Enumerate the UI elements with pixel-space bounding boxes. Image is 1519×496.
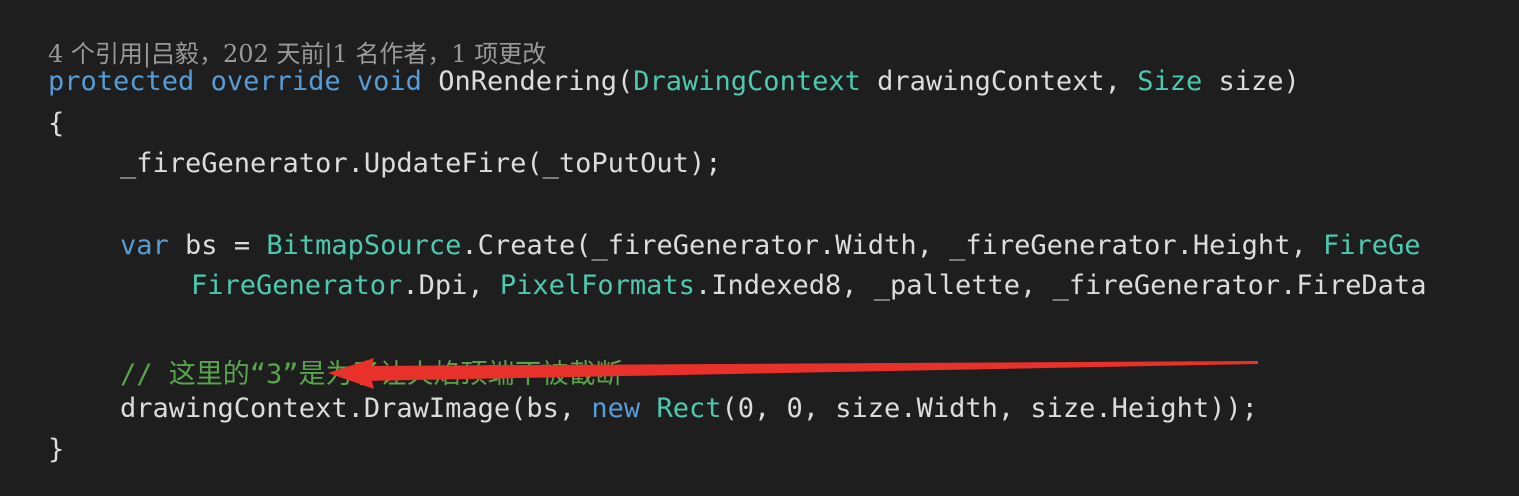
code-comment: // 这里的“3”是为了让火焰顶端不被截断 <box>120 359 623 390</box>
rect-args: (0, 0, size.Width, size.Height)); <box>721 393 1258 424</box>
keyword-var: var <box>120 230 169 261</box>
code-line-close-brace[interactable]: } <box>48 434 64 465</box>
code-line-method-signature[interactable]: protected override void OnRendering(Draw… <box>48 66 1300 97</box>
open-brace: { <box>48 108 65 139</box>
code-line-open-brace[interactable]: { <box>48 108 64 139</box>
code-line-draw-image[interactable]: drawingContext.DrawImage(bs, new Rect(0,… <box>120 393 1258 424</box>
keyword-protected: protected <box>48 66 195 97</box>
code-line-bitmap-create[interactable]: var bs = BitmapSource.Create(_fireGenera… <box>120 230 1421 261</box>
pixel-args: .Indexed8, _pallette, _fireGenerator.Fir… <box>694 270 1427 301</box>
draw-image-call: drawingContext.DrawImage(bs, <box>120 393 576 424</box>
code-editor[interactable]: 4 个引用|吕毅，202 天前|1 名作者，1 项更改 protected ov… <box>0 0 1519 496</box>
code-line-bitmap-args[interactable]: FireGenerator.Dpi, PixelFormats.Indexed8… <box>191 270 1426 301</box>
code-line-comment[interactable]: // 这里的“3”是为了让火焰顶端不被截断 <box>120 352 623 391</box>
type-firegenerator: FireGenerator <box>191 270 403 301</box>
keyword-void: void <box>356 66 422 97</box>
close-brace: } <box>48 434 65 465</box>
type-pixelformats: PixelFormats <box>499 270 695 301</box>
code-line-update-fire[interactable]: _fireGenerator.UpdateFire(_toPutOut); <box>120 148 721 179</box>
type-rect: Rect <box>656 393 722 424</box>
param-drawingcontext: drawingContext, <box>877 66 1121 97</box>
method-name: OnRendering( <box>438 66 634 97</box>
type-drawingcontext: DrawingContext <box>633 66 861 97</box>
codelens-info[interactable]: 4 个引用|吕毅，202 天前|1 名作者，1 项更改 <box>48 34 546 69</box>
param-size: size) <box>1218 66 1300 97</box>
dpi-arg: .Dpi, <box>402 270 484 301</box>
type-size: Size <box>1137 66 1203 97</box>
keyword-override: override <box>210 66 341 97</box>
bs-assign: bs = <box>185 230 251 261</box>
keyword-new: new <box>591 393 641 424</box>
create-call: .Create(_fireGenerator.Width, _fireGener… <box>461 230 1307 261</box>
type-firegenerator-truncated: FireGe <box>1322 230 1421 261</box>
update-fire-call: _fireGenerator.UpdateFire(_toPutOut); <box>120 148 722 179</box>
type-bitmapsource: BitmapSource <box>266 230 462 261</box>
